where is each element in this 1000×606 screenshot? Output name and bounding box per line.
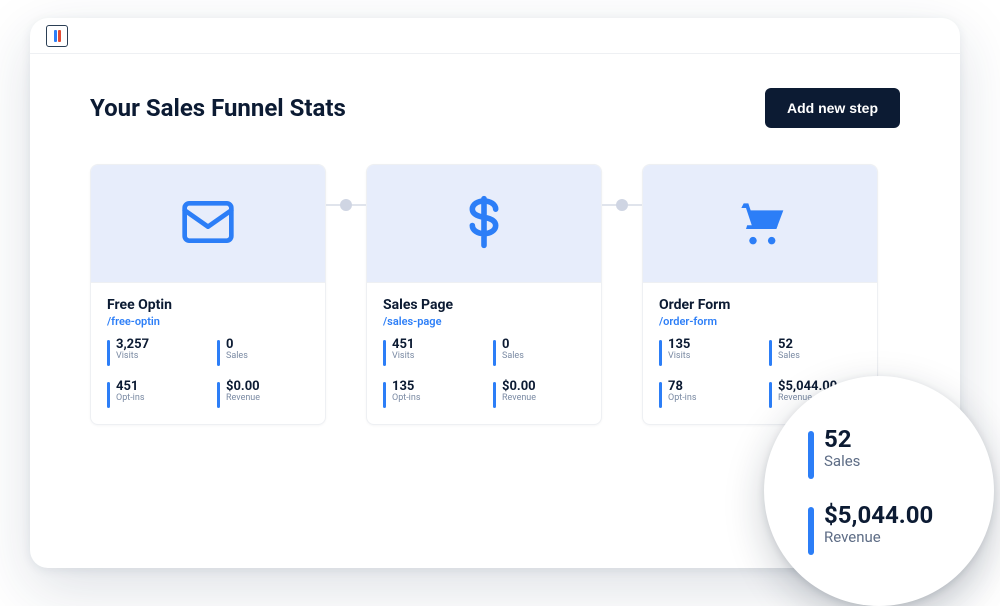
stat-revenue: $0.00Revenue [493,380,585,408]
stat-sales: 52Sales [769,338,861,366]
step-name: Free Optin [107,297,309,313]
app-logo-icon [46,25,68,47]
funnel-step-card[interactable]: Sales Page /sales-page 451Visits 0Sales … [366,164,602,425]
magnifier-sales: 52 Sales [808,427,994,479]
stat-optins: 135Opt-ins [383,380,475,408]
magnifier-revenue: $5,044.00 Revenue [808,503,994,555]
add-step-button[interactable]: Add new step [765,88,900,128]
dollar-icon [456,194,512,254]
header-row: Your Sales Funnel Stats Add new step [90,88,900,128]
step-slug: /sales-page [383,315,585,328]
stat-sales: 0Sales [493,338,585,366]
stat-visits: 135Visits [659,338,751,366]
step-slug: /free-optin [107,315,309,328]
stat-revenue: $0.00Revenue [217,380,309,408]
stat-sales: 0Sales [217,338,309,366]
step-slug: /order-form [659,315,861,328]
page-title: Your Sales Funnel Stats [90,94,346,122]
step-connector [602,18,642,425]
step-name: Order Form [659,297,861,313]
step-icon-area [643,165,877,283]
magnifier-callout: 52 Sales $5,044.00 Revenue [764,376,994,606]
funnel-step-card[interactable]: Free Optin /free-optin 3,257Visits 0Sale… [90,164,326,425]
step-icon-area [91,165,325,283]
stat-optins: 451Opt-ins [107,380,199,408]
step-connector [326,18,366,425]
step-name: Sales Page [383,297,585,313]
stat-visits: 451Visits [383,338,475,366]
titlebar [30,18,960,54]
stat-optins: 78Opt-ins [659,380,751,408]
cart-icon [732,194,788,254]
stat-visits: 3,257Visits [107,338,199,366]
funnel-steps-row: Free Optin /free-optin 3,257Visits 0Sale… [90,164,900,425]
step-icon-area [367,165,601,283]
envelope-icon [180,194,236,254]
